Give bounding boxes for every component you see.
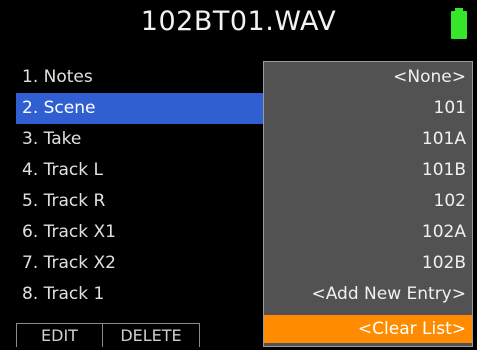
dropdown-option-101b[interactable]: 101B [264, 155, 472, 186]
menu-item-track-1[interactable]: 8. Track 1 [16, 279, 264, 310]
softkey-bar: EDIT DELETE [16, 323, 200, 350]
dropdown-option-102b[interactable]: 102B [264, 248, 472, 279]
dropdown-option-101a[interactable]: 101A [264, 124, 472, 155]
dropdown-option-add-new-entry[interactable]: <Add New Entry> [264, 279, 472, 310]
battery-full-icon [451, 8, 467, 39]
menu-item-track-r[interactable]: 5. Track R [16, 186, 264, 217]
dropdown-option-none[interactable]: <None> [264, 62, 472, 93]
menu-item-notes[interactable]: 1. Notes [16, 62, 264, 93]
battery-level [451, 11, 467, 39]
menu-item-take[interactable]: 3. Take [16, 124, 264, 155]
scene-options-dropdown: <None> 101 101A 101B 102 102A 102B <Add … [263, 61, 473, 347]
menu-item-track-x1[interactable]: 6. Track X1 [16, 217, 264, 248]
menu-item-track-l[interactable]: 4. Track L [16, 155, 264, 186]
dropdown-option-102a[interactable]: 102A [264, 217, 472, 248]
menu-item-track-x2[interactable]: 7. Track X2 [16, 248, 264, 279]
dropdown-option-clear-list[interactable]: <Clear List> [264, 315, 472, 343]
file-name-title: 102BT01.WAV [140, 6, 337, 37]
dropdown-option-101[interactable]: 101 [264, 93, 472, 124]
title-bar: 102BT01.WAV [0, 0, 477, 54]
recorder-screen: 102BT01.WAV 1. Notes 2. Scene 3. Take 4.… [0, 0, 477, 350]
edit-button[interactable]: EDIT [16, 323, 103, 347]
delete-button[interactable]: DELETE [103, 323, 200, 347]
menu-item-scene[interactable]: 2. Scene [16, 93, 266, 124]
metadata-field-list: 1. Notes 2. Scene 3. Take 4. Track L 5. … [16, 62, 266, 310]
dropdown-option-102[interactable]: 102 [264, 186, 472, 217]
